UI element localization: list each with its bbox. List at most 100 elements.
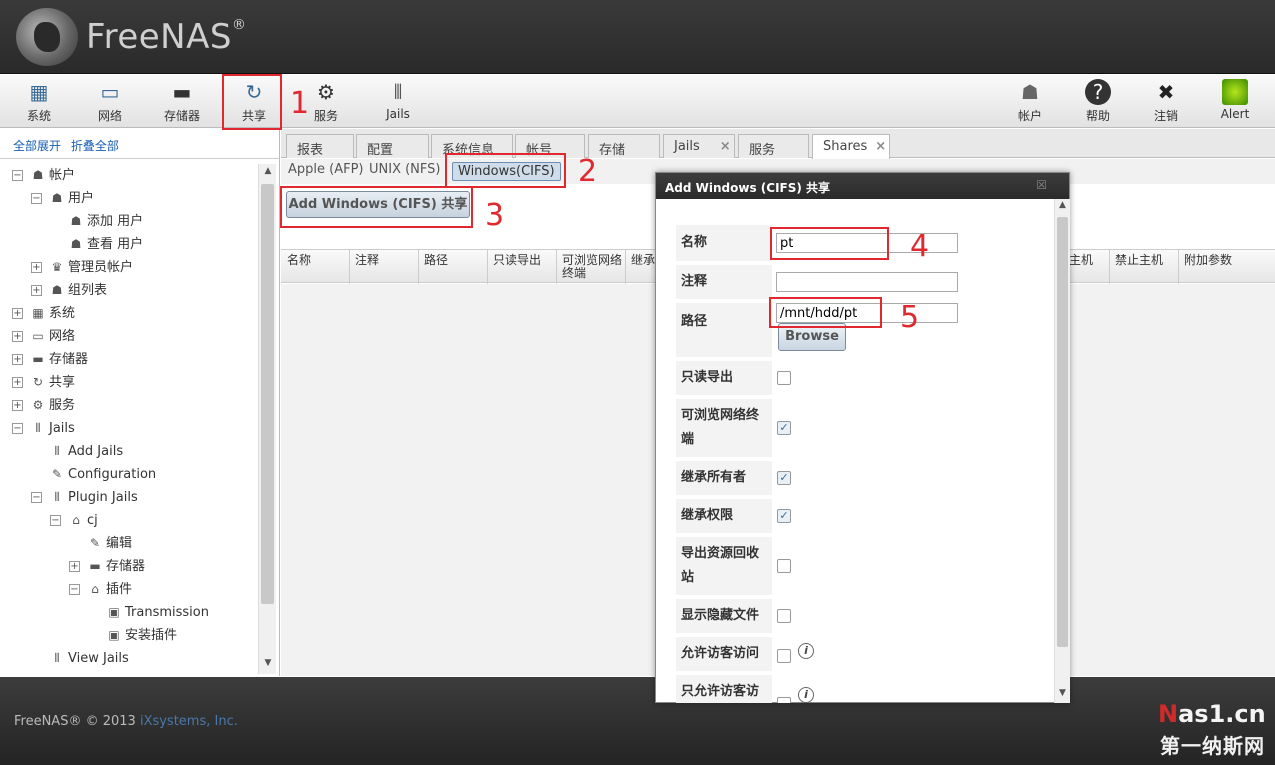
- toolbar-account-button[interactable]: ☗ 帐户: [1000, 77, 1060, 125]
- column-header[interactable]: 注释: [355, 254, 379, 267]
- expand-icon[interactable]: +: [12, 377, 23, 388]
- inherit-owner-label: 继承所有者: [676, 461, 772, 495]
- column-header[interactable]: 附加参数: [1184, 254, 1232, 267]
- tree-item[interactable]: ☗ 添加 用户: [0, 210, 258, 233]
- expand-icon[interactable]: +: [12, 308, 23, 319]
- collapse-icon[interactable]: −: [31, 193, 42, 204]
- watermark-domain: as1.cn: [1178, 700, 1266, 728]
- column-header[interactable]: 路径: [424, 254, 448, 267]
- dialog-scroll-thumb[interactable]: [1057, 217, 1068, 647]
- tree-item[interactable]: − ☗ 帐户: [0, 164, 258, 187]
- toolbar-alert-button[interactable]: Alert: [1205, 77, 1265, 125]
- expand-icon[interactable]: +: [12, 331, 23, 342]
- brand-name: FreeNAS: [86, 17, 232, 57]
- collapse-icon[interactable]: −: [12, 170, 23, 181]
- collapse-icon[interactable]: −: [12, 423, 23, 434]
- expand-icon[interactable]: +: [31, 285, 42, 296]
- tree-item-label: 存储器: [106, 559, 146, 574]
- toolbar-help-button[interactable]: ? 帮助: [1068, 77, 1128, 125]
- dialog-scrollbar[interactable]: ▲ ▼: [1054, 199, 1070, 703]
- tree-item[interactable]: + ♛ 管理员帐户: [0, 256, 258, 279]
- tree-item[interactable]: + ▬ 存储器: [0, 555, 258, 578]
- subtab-nfs[interactable]: UNIX (NFS): [369, 162, 440, 177]
- close-icon[interactable]: ×: [875, 139, 886, 154]
- expand-icon[interactable]: +: [31, 262, 42, 273]
- expand-icon[interactable]: +: [12, 400, 23, 411]
- scroll-up-icon[interactable]: ▲: [259, 166, 277, 180]
- tree-item[interactable]: − ⌂ cj: [0, 509, 258, 532]
- column-header[interactable]: 只读导出: [493, 254, 541, 267]
- tree-item[interactable]: + ▦ 系统: [0, 302, 258, 325]
- toolbar-jails-button[interactable]: ⦀ Jails: [368, 77, 428, 125]
- scroll-down-icon[interactable]: ▼: [259, 658, 277, 672]
- readonly-checkbox[interactable]: [777, 371, 791, 385]
- plugin-icon: ⌂: [91, 582, 99, 596]
- column-header[interactable]: 主机: [1069, 254, 1093, 267]
- scroll-down-icon[interactable]: ▼: [1055, 688, 1070, 702]
- sidebar-scrollbar[interactable]: ▲ ▼: [258, 164, 276, 674]
- toolbar-label: 帮助: [1085, 109, 1110, 123]
- tab-jails[interactable]: Jails ×: [663, 134, 735, 158]
- tree-item[interactable]: − ⦀ Plugin Jails: [0, 486, 258, 509]
- guest-ok-checkbox[interactable]: [777, 649, 791, 663]
- tab-config[interactable]: 配置×: [356, 134, 429, 173]
- tree-item[interactable]: ▣ 安装插件: [0, 624, 258, 647]
- tree-item-label: 插件: [106, 582, 133, 597]
- tab-storage[interactable]: 存储×: [588, 134, 660, 173]
- tree-item[interactable]: ✎ Configuration: [0, 463, 258, 486]
- comment-input[interactable]: [776, 272, 958, 292]
- toolbar-system-button[interactable]: ▦ 系统: [9, 77, 69, 125]
- collapse-icon[interactable]: −: [31, 492, 42, 503]
- inherit-owner-checkbox[interactable]: ✓: [777, 471, 791, 485]
- expand-icon[interactable]: +: [12, 354, 23, 365]
- collapse-icon[interactable]: −: [69, 584, 80, 595]
- close-icon[interactable]: ×: [720, 139, 731, 154]
- column-header[interactable]: 名称: [287, 254, 311, 267]
- guest-only-checkbox[interactable]: [777, 697, 791, 703]
- collapse-icon[interactable]: −: [50, 515, 61, 526]
- subtab-afp[interactable]: Apple (AFP): [288, 162, 364, 177]
- logout-icon: ✖: [1157, 80, 1175, 104]
- toolbar-network-button[interactable]: ▭ 网络: [80, 77, 140, 125]
- dialog-titlebar: Add Windows (CIFS) 共享 ☒: [656, 173, 1069, 199]
- column-header[interactable]: 可浏览网络终端: [562, 254, 626, 280]
- column-header[interactable]: 禁止主机: [1115, 254, 1163, 267]
- close-icon[interactable]: ☒: [1036, 178, 1047, 192]
- scroll-up-icon[interactable]: ▲: [1055, 200, 1070, 214]
- toolbar-logout-button[interactable]: ✖ 注销: [1136, 77, 1196, 125]
- tree-item[interactable]: ✎ 编辑: [0, 532, 258, 555]
- tree-item[interactable]: ⦀ Add Jails: [0, 440, 258, 463]
- tree-item[interactable]: + ↻ 共享: [0, 371, 258, 394]
- toolbar-label: Alert: [1220, 107, 1250, 121]
- tree-item[interactable]: ⦀ View Jails: [0, 647, 258, 670]
- tree-item[interactable]: − ☗ 用户: [0, 187, 258, 210]
- sidebar-scroll-thumb[interactable]: [261, 184, 274, 604]
- expand-all-link[interactable]: 全部展开: [13, 139, 61, 153]
- tree-item[interactable]: + ▭ 网络: [0, 325, 258, 348]
- tree-item[interactable]: + ⚙ 服务: [0, 394, 258, 417]
- browsable-checkbox[interactable]: ✓: [777, 421, 791, 435]
- tree-item[interactable]: ▣ Transmission: [0, 601, 258, 624]
- tab-reports[interactable]: 报表×: [286, 134, 354, 173]
- tree-item[interactable]: + ☗ 组列表: [0, 279, 258, 302]
- tree-item[interactable]: + ▬ 存储器: [0, 348, 258, 371]
- toolbar-storage-button[interactable]: ▬ 存储器: [152, 77, 212, 125]
- info-icon[interactable]: i: [798, 643, 814, 659]
- dialog-title: Add Windows (CIFS) 共享: [665, 181, 831, 195]
- company-link[interactable]: iXsystems, Inc.: [140, 714, 238, 729]
- annotation-number: 5: [900, 300, 920, 335]
- recycle-bin-checkbox[interactable]: [777, 559, 791, 573]
- tree-item[interactable]: − ⌂ 插件: [0, 578, 258, 601]
- inherit-perms-checkbox[interactable]: ✓: [777, 509, 791, 523]
- info-icon[interactable]: i: [798, 687, 814, 703]
- column-divider: [625, 250, 626, 284]
- tree-item[interactable]: ☗ 查看 用户: [0, 233, 258, 256]
- collapse-all-link[interactable]: 折叠全部: [71, 139, 119, 153]
- tab-services[interactable]: 服务×: [738, 134, 809, 173]
- tree-item[interactable]: − ⦀ Jails: [0, 417, 258, 440]
- hidden-files-checkbox[interactable]: [777, 609, 791, 623]
- toolbar-label: Jails: [386, 107, 410, 121]
- column-header[interactable]: 继承: [631, 254, 655, 267]
- tab-shares[interactable]: Shares ×: [812, 134, 890, 159]
- expand-icon[interactable]: +: [69, 561, 80, 572]
